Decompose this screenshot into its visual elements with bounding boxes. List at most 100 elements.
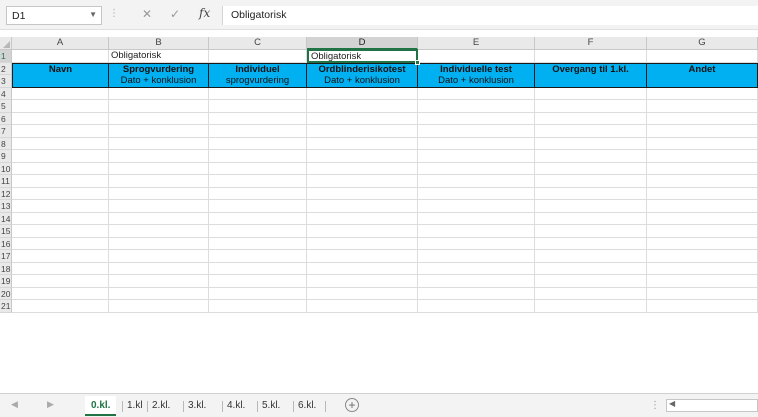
cell-g10[interactable] — [647, 162, 758, 175]
more-options-icon[interactable]: ⋮ — [109, 8, 119, 19]
cell-a21[interactable] — [12, 300, 109, 313]
add-sheet-icon[interactable]: + — [345, 398, 359, 412]
cell-f5[interactable] — [535, 100, 647, 113]
row-header-1[interactable]: 1 — [0, 50, 12, 63]
cell-g8[interactable] — [647, 137, 758, 150]
cell-f11[interactable] — [535, 175, 647, 188]
cell-a19[interactable] — [12, 275, 109, 288]
cell-f18[interactable] — [535, 262, 647, 275]
cell-f1[interactable] — [535, 50, 647, 63]
row-header-4[interactable]: 4 — [0, 87, 12, 100]
cell-a4[interactable] — [12, 87, 109, 100]
cell-f6[interactable] — [535, 112, 647, 125]
cell-d10[interactable] — [307, 162, 418, 175]
cell-e4[interactable] — [418, 87, 535, 100]
cell-d11[interactable] — [307, 175, 418, 188]
cell-g1[interactable] — [647, 50, 758, 63]
cell-d21[interactable] — [307, 300, 418, 313]
cell-b4[interactable] — [109, 87, 209, 100]
cell-e19[interactable] — [418, 275, 535, 288]
cell-e17[interactable] — [418, 250, 535, 263]
cell-b12[interactable] — [109, 187, 209, 200]
cell-b3[interactable]: Dato + konklusion — [109, 75, 209, 88]
sheet-tab-0[interactable]: 0.kl. — [85, 396, 117, 416]
cell-f4[interactable] — [535, 87, 647, 100]
cell-g13[interactable] — [647, 200, 758, 213]
cell-f10[interactable] — [535, 162, 647, 175]
cell-d2[interactable]: Ordblinderisikotest — [307, 62, 418, 75]
cell-c5[interactable] — [209, 100, 307, 113]
cell-a20[interactable] — [12, 287, 109, 300]
cell-g7[interactable] — [647, 125, 758, 138]
cell-b17[interactable] — [109, 250, 209, 263]
row-header-20[interactable]: 20 — [0, 287, 12, 300]
column-header-e[interactable]: E — [418, 37, 535, 50]
cell-g21[interactable] — [647, 300, 758, 313]
cell-b8[interactable] — [109, 137, 209, 150]
cell-a7[interactable] — [12, 125, 109, 138]
row-header-19[interactable]: 19 — [0, 275, 12, 288]
row-header-6[interactable]: 6 — [0, 112, 12, 125]
row-header-7[interactable]: 7 — [0, 125, 12, 138]
cell-a1[interactable] — [12, 50, 109, 63]
cell-g3[interactable] — [647, 75, 758, 88]
sheet-tab-4[interactable]: 4.kl. — [224, 398, 248, 414]
column-header-c[interactable]: C — [209, 37, 307, 50]
row-header-3[interactable]: 3 — [0, 75, 12, 88]
cell-e10[interactable] — [418, 162, 535, 175]
sheet-tab-1[interactable]: 1.kl — [124, 398, 146, 414]
sheet-tab-3[interactable]: 3.kl. — [185, 398, 209, 414]
cell-e8[interactable] — [418, 137, 535, 150]
cell-g5[interactable] — [647, 100, 758, 113]
cell-g6[interactable] — [647, 112, 758, 125]
column-header-a[interactable]: A — [12, 37, 109, 50]
cell-a13[interactable] — [12, 200, 109, 213]
cell-g14[interactable] — [647, 212, 758, 225]
row-header-11[interactable]: 11 — [0, 175, 12, 188]
cell-a6[interactable] — [12, 112, 109, 125]
column-header-b[interactable]: B — [109, 37, 209, 50]
row-header-21[interactable]: 21 — [0, 300, 12, 313]
cell-b11[interactable] — [109, 175, 209, 188]
cell-e3[interactable]: Dato + konklusion — [418, 75, 535, 88]
cell-f3[interactable] — [535, 75, 647, 88]
cell-g12[interactable] — [647, 187, 758, 200]
cell-f21[interactable] — [535, 300, 647, 313]
select-all-corner[interactable] — [0, 37, 12, 50]
cell-a8[interactable] — [12, 137, 109, 150]
cell-c18[interactable] — [209, 262, 307, 275]
sheet-tab-2[interactable]: 2.kl. — [149, 398, 173, 414]
cell-g19[interactable] — [647, 275, 758, 288]
cell-d7[interactable] — [307, 125, 418, 138]
cell-e13[interactable] — [418, 200, 535, 213]
cell-b5[interactable] — [109, 100, 209, 113]
row-header-15[interactable]: 15 — [0, 225, 12, 238]
cell-f20[interactable] — [535, 287, 647, 300]
cell-d9[interactable] — [307, 150, 418, 163]
cell-c17[interactable] — [209, 250, 307, 263]
cell-a18[interactable] — [12, 262, 109, 275]
row-header-9[interactable]: 9 — [0, 150, 12, 163]
cell-b21[interactable] — [109, 300, 209, 313]
cell-f7[interactable] — [535, 125, 647, 138]
fill-handle[interactable] — [415, 59, 420, 65]
cell-c21[interactable] — [209, 300, 307, 313]
cell-e20[interactable] — [418, 287, 535, 300]
cell-a14[interactable] — [12, 212, 109, 225]
cell-c13[interactable] — [209, 200, 307, 213]
horizontal-scrollbar[interactable]: ◀ — [666, 399, 758, 412]
cell-c1[interactable] — [209, 50, 307, 63]
cell-g11[interactable] — [647, 175, 758, 188]
cell-c19[interactable] — [209, 275, 307, 288]
cell-d17[interactable] — [307, 250, 418, 263]
cell-a10[interactable] — [12, 162, 109, 175]
row-header-16[interactable]: 16 — [0, 237, 12, 250]
sheet-tab-5[interactable]: 5.kl. — [259, 398, 283, 414]
cell-d20[interactable] — [307, 287, 418, 300]
cell-g17[interactable] — [647, 250, 758, 263]
cell-c20[interactable] — [209, 287, 307, 300]
row-header-10[interactable]: 10 — [0, 162, 12, 175]
cell-b14[interactable] — [109, 212, 209, 225]
row-header-17[interactable]: 17 — [0, 250, 12, 263]
cell-c2[interactable]: Individuel — [209, 62, 307, 75]
